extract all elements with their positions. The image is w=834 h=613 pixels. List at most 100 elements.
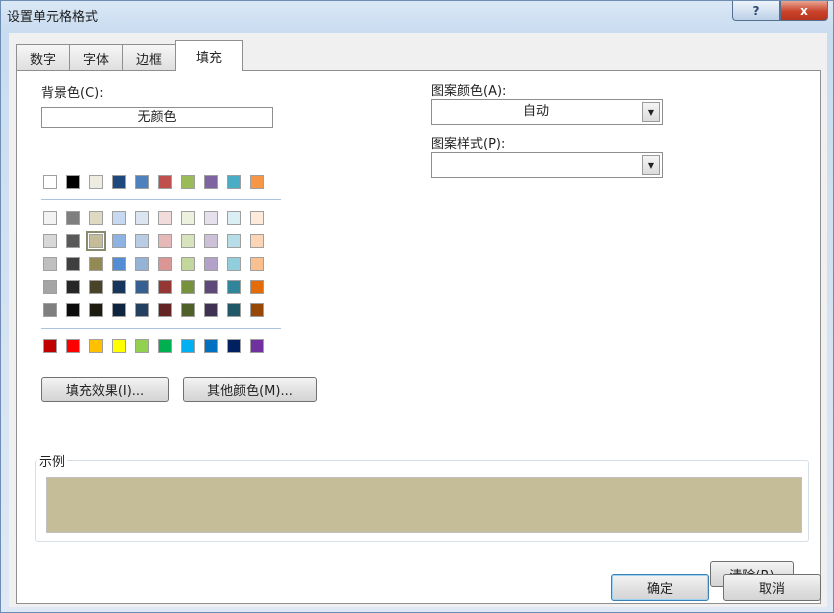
more-colors-button[interactable]: 其他颜色(M)... — [183, 377, 317, 402]
shade-color-swatch[interactable] — [43, 303, 57, 317]
shade-color-swatch[interactable] — [204, 303, 218, 317]
shade-color-swatch[interactable] — [135, 303, 149, 317]
close-button[interactable]: x — [780, 1, 828, 21]
shade-color-swatch[interactable] — [135, 211, 149, 225]
pattern-style-value — [432, 153, 640, 177]
standard-color-swatch[interactable] — [66, 339, 80, 353]
tab-strip: 数字 字体 边框 填充 — [16, 40, 244, 71]
help-icon: ? — [752, 3, 760, 18]
shade-color-swatch[interactable] — [66, 234, 80, 248]
shade-color-swatch[interactable] — [112, 280, 126, 294]
shade-color-swatch[interactable] — [181, 303, 195, 317]
theme-color-swatch[interactable] — [135, 175, 149, 189]
standard-color-swatch[interactable] — [181, 339, 195, 353]
shade-color-swatch[interactable] — [181, 211, 195, 225]
shade-color-swatch[interactable] — [112, 234, 126, 248]
theme-color-swatch[interactable] — [158, 175, 172, 189]
pattern-color-select[interactable]: 自动 ▼ — [431, 99, 663, 125]
theme-color-swatch[interactable] — [89, 175, 103, 189]
theme-color-swatch[interactable] — [112, 175, 126, 189]
shade-color-swatch[interactable] — [135, 234, 149, 248]
ok-button[interactable]: 确定 — [611, 574, 709, 601]
shade-color-swatch[interactable] — [66, 280, 80, 294]
help-button[interactable]: ? — [732, 1, 780, 21]
shade-color-swatch[interactable] — [158, 303, 172, 317]
standard-color-swatch[interactable] — [89, 339, 103, 353]
title-bar[interactable]: 设置单元格格式 ? x — [1, 1, 833, 33]
theme-color-swatch[interactable] — [43, 175, 57, 189]
shade-color-swatch[interactable] — [250, 234, 264, 248]
standard-color-swatch[interactable] — [112, 339, 126, 353]
shade-color-swatch[interactable] — [158, 280, 172, 294]
shade-color-swatch[interactable] — [250, 280, 264, 294]
chevron-down-icon[interactable]: ▼ — [642, 102, 660, 122]
shade-color-swatch[interactable] — [43, 280, 57, 294]
shade-color-swatch[interactable] — [181, 257, 195, 271]
theme-color-swatch[interactable] — [181, 175, 195, 189]
shade-color-swatch[interactable] — [43, 211, 57, 225]
shade-color-swatch[interactable] — [112, 211, 126, 225]
shade-color-swatch[interactable] — [227, 257, 241, 271]
shade-color-swatch[interactable] — [89, 303, 103, 317]
theme-color-swatch[interactable] — [250, 175, 264, 189]
shade-color-swatch[interactable] — [86, 231, 106, 251]
shade-color-swatch[interactable] — [181, 234, 195, 248]
shade-color-swatch[interactable] — [227, 280, 241, 294]
tab-border[interactable]: 边框 — [122, 44, 177, 71]
tab-number[interactable]: 数字 — [16, 44, 71, 71]
pattern-style-label: 图案样式(P): — [431, 137, 506, 152]
shade-color-swatch[interactable] — [66, 257, 80, 271]
fill-panel: 背景色(C): 无颜色 填充效果(I)... 其他颜色(M)... 图案颜色(A… — [16, 70, 821, 604]
format-cells-dialog: 设置单元格格式 ? x 数字 字体 边框 填充 背景色(C): 无颜色 填充效果… — [0, 0, 834, 613]
shade-color-swatch[interactable] — [158, 234, 172, 248]
shade-color-swatch[interactable] — [112, 257, 126, 271]
shade-color-swatch[interactable] — [135, 257, 149, 271]
standard-color-swatch[interactable] — [135, 339, 149, 353]
shade-color-swatch[interactable] — [158, 211, 172, 225]
sample-label: 示例 — [37, 451, 68, 470]
shade-color-swatch[interactable] — [135, 280, 149, 294]
theme-color-swatch[interactable] — [66, 175, 80, 189]
shade-color-swatch[interactable] — [43, 257, 57, 271]
shade-color-swatch[interactable] — [66, 211, 80, 225]
palette-divider — [41, 199, 281, 200]
tab-fill[interactable]: 填充 — [175, 40, 244, 71]
shade-color-swatch[interactable] — [66, 303, 80, 317]
cancel-button[interactable]: 取消 — [723, 574, 821, 601]
standard-color-swatch[interactable] — [250, 339, 264, 353]
sample-preview — [46, 477, 802, 533]
shade-color-swatch[interactable] — [250, 303, 264, 317]
shade-color-swatch[interactable] — [227, 234, 241, 248]
shade-color-swatch[interactable] — [89, 257, 103, 271]
shade-color-swatch[interactable] — [112, 303, 126, 317]
shade-color-swatch[interactable] — [250, 257, 264, 271]
shade-color-swatch[interactable] — [204, 211, 218, 225]
standard-color-swatch[interactable] — [43, 339, 57, 353]
shade-color-swatch[interactable] — [181, 280, 195, 294]
shade-color-swatch[interactable] — [227, 211, 241, 225]
palette-divider — [41, 328, 281, 329]
standard-color-swatch[interactable] — [158, 339, 172, 353]
tab-font[interactable]: 字体 — [69, 44, 124, 71]
pattern-style-select[interactable]: ▼ — [431, 152, 663, 178]
background-color-label: 背景色(C): — [41, 86, 104, 101]
shade-color-swatch[interactable] — [43, 234, 57, 248]
dialog-client: 数字 字体 边框 填充 背景色(C): 无颜色 填充效果(I)... 其他颜色(… — [9, 33, 827, 607]
standard-color-swatch[interactable] — [204, 339, 218, 353]
close-icon: x — [800, 3, 808, 18]
shade-color-swatch[interactable] — [250, 211, 264, 225]
shade-color-swatch[interactable] — [89, 280, 103, 294]
no-color-button[interactable]: 无颜色 — [41, 107, 273, 128]
shade-color-swatch[interactable] — [158, 257, 172, 271]
fill-effects-button[interactable]: 填充效果(I)... — [41, 377, 169, 402]
theme-color-swatch[interactable] — [227, 175, 241, 189]
shade-color-swatch[interactable] — [227, 303, 241, 317]
shade-color-swatch[interactable] — [204, 280, 218, 294]
standard-color-swatch[interactable] — [227, 339, 241, 353]
pattern-color-label: 图案颜色(A): — [431, 84, 507, 99]
shade-color-swatch[interactable] — [89, 211, 103, 225]
shade-color-swatch[interactable] — [204, 234, 218, 248]
theme-color-swatch[interactable] — [204, 175, 218, 189]
shade-color-swatch[interactable] — [204, 257, 218, 271]
chevron-down-icon[interactable]: ▼ — [642, 155, 660, 175]
